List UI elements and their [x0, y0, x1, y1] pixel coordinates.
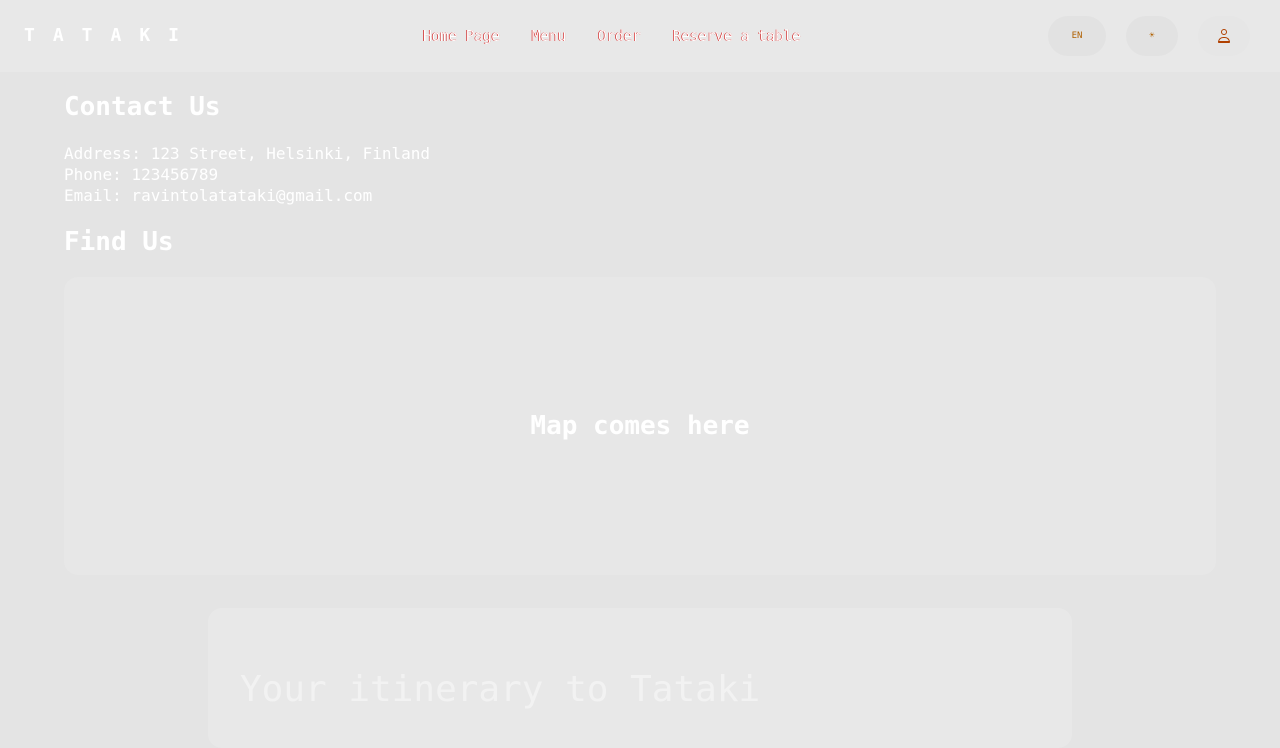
sun-icon: ☀: [1149, 31, 1155, 41]
main-nav: Home Page Menu Order Reserve a table: [423, 26, 801, 46]
language-button[interactable]: EN: [1048, 16, 1106, 56]
contact-phone: Phone: 123456789: [64, 165, 219, 184]
nav-order[interactable]: Order: [598, 26, 641, 46]
contact-address: Address: 123 Street, Helsinki, Finland: [64, 144, 431, 163]
nav-home-page[interactable]: Home Page: [423, 26, 500, 46]
nav-reserve-table[interactable]: Reserve a table: [673, 26, 801, 46]
user-icon: [1217, 28, 1231, 44]
site-logo[interactable]: TATAKI: [24, 24, 197, 48]
itinerary-card: Your itinerary to Tataki: [208, 608, 1072, 748]
contact-email: Email: ravintolatataki@gmail.com: [64, 186, 373, 205]
contact-heading: Contact Us: [64, 92, 221, 122]
top-header: TATAKI Home Page Menu Order Reserve a ta…: [0, 0, 1280, 72]
find-us-heading: Find Us: [64, 227, 174, 257]
account-button[interactable]: [1198, 16, 1250, 56]
map-placeholder: Map comes here: [64, 277, 1216, 575]
contact-details: Address: 123 Street, Helsinki, Finland P…: [64, 143, 430, 206]
language-label: EN: [1071, 31, 1083, 41]
theme-toggle-button[interactable]: ☀: [1126, 16, 1178, 56]
map-placeholder-text: Map comes here: [530, 411, 750, 441]
nav-menu[interactable]: Menu: [532, 26, 567, 46]
itinerary-title: Your itinerary to Tataki: [240, 669, 761, 710]
